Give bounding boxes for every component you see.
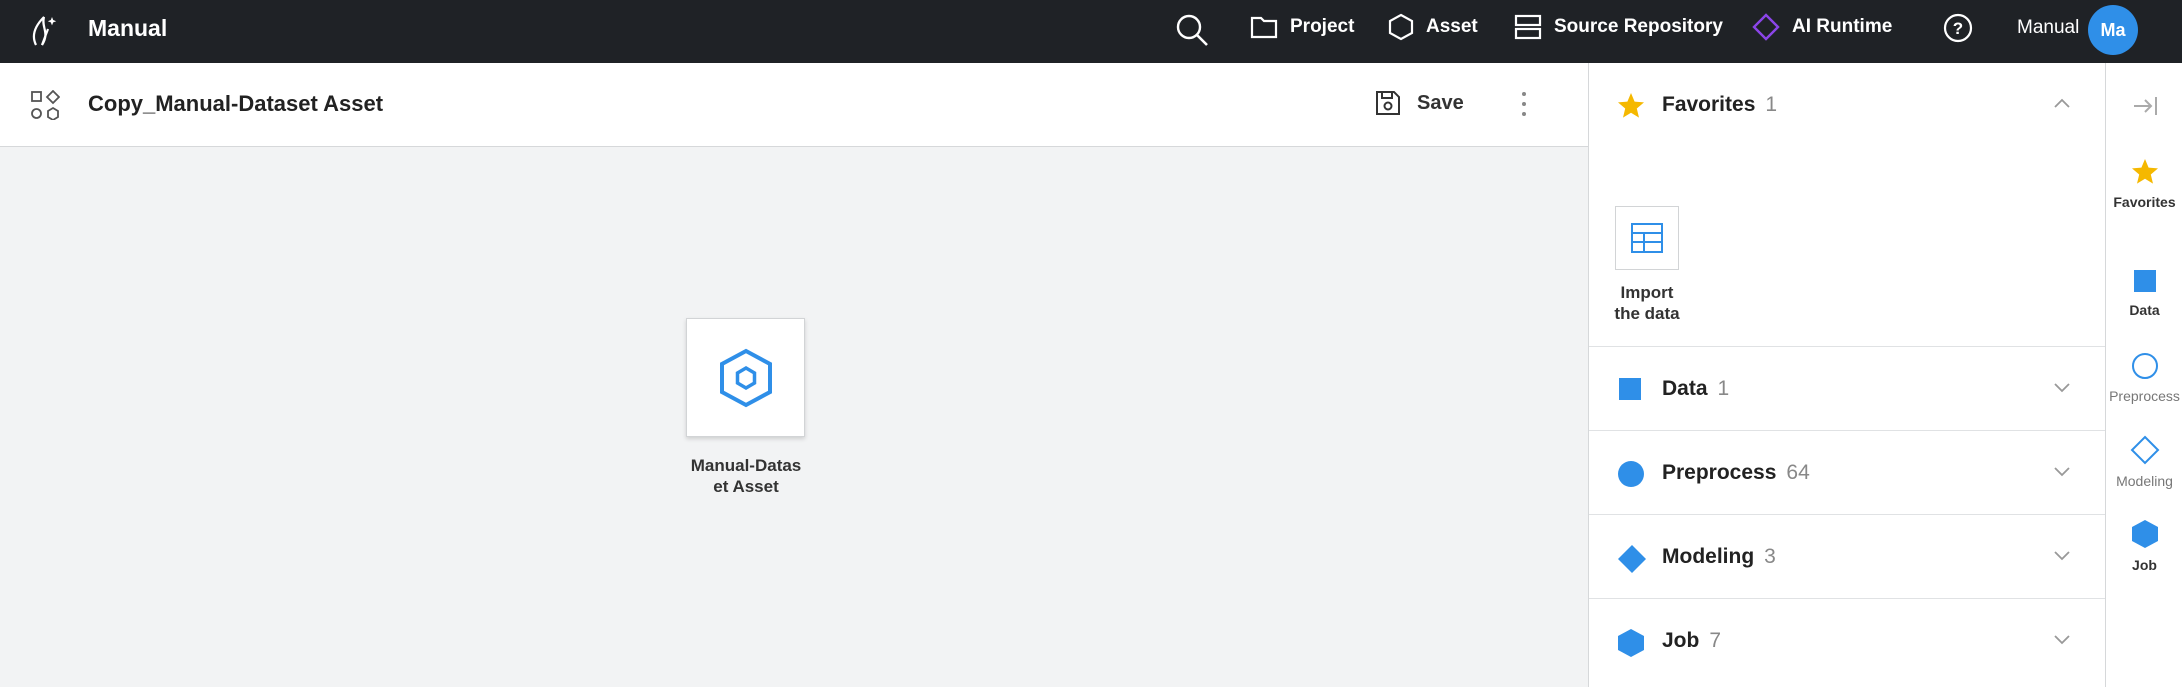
favorite-tile-label: Import the data [1614,283,1680,323]
section-preprocess-header[interactable]: Preprocess 64 [1589,431,2106,515]
workflow-canvas[interactable]: Manual-Datas et Asset [0,148,1588,687]
rail-item-label: Favorites [2113,194,2176,210]
section-modeling-count: 3 [1764,545,1776,568]
rail-item-label: Job [2132,557,2157,573]
rail-item-label: Modeling [2116,473,2173,489]
nav-source-repository-label: Source Repository [1554,16,1723,37]
section-preprocess-title: Preprocess 64 [1662,461,1810,485]
nav-project[interactable]: Project [1250,12,1354,42]
section-data: Data 1 [1589,347,2106,431]
section-favorites-count: 1 [1765,93,1778,116]
nav-project-label: Project [1290,16,1355,37]
nav-ai-runtime[interactable]: AI Runtime [1752,12,1892,42]
diamond-outline-icon [2130,435,2159,465]
app-brand[interactable]: Manual [88,15,167,42]
chevron-down-icon[interactable] [2053,465,2071,477]
diamond-icon [1752,13,1780,41]
hexagon-icon [1618,629,1644,657]
app-logo-icon[interactable] [28,11,62,51]
svg-text:?: ? [1953,19,1963,38]
hexagon-icon [2131,520,2158,548]
rail-item-favorites[interactable]: Favorites [2106,158,2182,210]
section-modeling-header[interactable]: Modeling 3 [1589,515,2106,599]
favorite-tile-import-data[interactable] [1615,206,1679,270]
chevron-down-icon[interactable] [2053,381,2071,393]
save-button[interactable]: Save [1375,85,1464,121]
search-icon[interactable] [1174,12,1210,48]
section-favorites-name: Favorites [1662,93,1756,116]
diamond-icon [1618,545,1646,573]
nav-ai-runtime-label: AI Runtime [1792,16,1893,37]
component-palette: Favorites 1 Import the data Data 1 Prepr… [1588,63,2106,687]
editor-header: Copy_Manual-Dataset Asset Save [0,63,1588,147]
circle-icon [1618,461,1644,487]
rail-item-modeling[interactable]: Modeling [2106,435,2182,489]
section-data-title: Data 1 [1662,377,1729,401]
section-preprocess: Preprocess 64 [1589,431,2106,515]
rail-item-label: Data [2129,302,2160,318]
rail-item-data[interactable]: Data [2106,268,2182,318]
save-icon [1376,91,1400,115]
star-icon [1618,93,1644,118]
section-modeling: Modeling 3 [1589,515,2106,599]
nav-source-repository[interactable]: Source Repository [1514,12,1723,42]
square-icon [2133,270,2156,292]
top-navigation-bar: Manual Project Asset Source Repository A… [0,0,2182,63]
section-job: Job 7 [1589,599,2106,687]
square-icon [1619,378,1641,400]
collapse-panel-icon[interactable] [2132,95,2158,117]
section-job-name: Job [1662,629,1700,652]
rail-item-preprocess[interactable]: Preprocess [2106,352,2182,404]
hexagon-icon [719,348,772,407]
server-icon [1514,14,1542,40]
nav-asset[interactable]: Asset [1388,12,1478,42]
workflow-node-label: Manual-Datas et Asset [690,456,802,496]
nav-asset-label: Asset [1426,16,1478,37]
right-rail: Favorites Data Preprocess Modeling Job [2105,63,2182,687]
rail-item-job[interactable]: Job [2106,519,2182,573]
section-job-header[interactable]: Job 7 [1589,599,2106,683]
more-options-icon[interactable] [1514,89,1534,119]
workflow-node[interactable] [686,318,805,437]
folder-icon [1250,16,1278,39]
section-modeling-name: Modeling [1662,545,1755,568]
hexagon-icon [1388,13,1414,41]
rail-item-label: Preprocess [2109,388,2180,404]
section-job-count: 7 [1709,629,1722,652]
circle-outline-icon [2131,353,2158,379]
page-title: Copy_Manual-Dataset Asset [88,91,384,116]
avatar[interactable]: Ma [2088,5,2138,55]
star-icon [2131,159,2158,184]
section-preprocess-name: Preprocess [1662,461,1777,484]
chevron-down-icon[interactable] [2053,633,2071,645]
help-icon[interactable]: ? [1942,12,1974,44]
section-modeling-title: Modeling 3 [1662,545,1776,569]
chevron-down-icon[interactable] [2053,549,2071,561]
section-data-name: Data [1662,377,1708,400]
user-name[interactable]: Manual [2017,17,2079,39]
section-favorites: Favorites 1 Import the data [1589,63,2106,347]
table-icon [1631,223,1663,253]
section-favorites-title: Favorites 1 [1662,93,1777,117]
section-data-header[interactable]: Data 1 [1589,347,2106,431]
section-preprocess-count: 64 [1786,461,1810,484]
section-data-count: 1 [1717,377,1730,400]
section-favorites-header[interactable]: Favorites 1 [1589,63,2106,147]
save-label: Save [1417,91,1464,114]
pipeline-graph-icon [31,90,60,120]
section-job-title: Job 7 [1662,629,1721,653]
chevron-up-icon[interactable] [2053,97,2071,109]
